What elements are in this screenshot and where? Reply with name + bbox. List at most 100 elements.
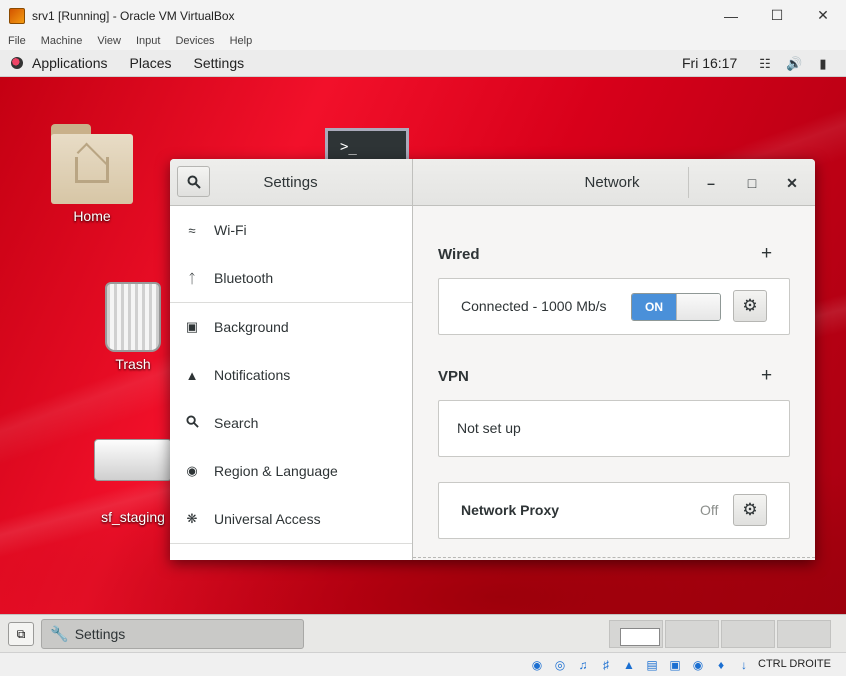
accessibility-icon: ❋ xyxy=(186,511,198,526)
sidebar-item-universal-access[interactable]: ❋ Universal Access xyxy=(170,495,412,543)
header-bar-left: Settings xyxy=(170,159,413,206)
toggle-knob xyxy=(676,294,720,320)
sidebar-item-label: Wi-Fi xyxy=(214,222,247,238)
add-wired-button[interactable]: + xyxy=(761,243,772,265)
proxy-title: Network Proxy xyxy=(461,502,560,518)
usb-icon[interactable]: ▲ xyxy=(620,656,638,674)
menu-settings[interactable]: Settings xyxy=(194,55,245,71)
settings-title: Settings xyxy=(263,174,318,191)
search-icon xyxy=(187,175,201,189)
add-vpn-button[interactable]: + xyxy=(761,365,772,387)
taskbar-window-settings[interactable]: 🔧 Settings xyxy=(41,619,304,649)
menu-input[interactable]: Input xyxy=(136,35,160,47)
network-icon[interactable]: ☷ xyxy=(757,56,773,72)
scroll-indicator xyxy=(413,557,815,558)
proxy-value: Off xyxy=(700,502,719,518)
drive-icon xyxy=(94,439,172,481)
cpu-icon[interactable]: ♦ xyxy=(712,656,730,674)
window-minimize-button[interactable]: – xyxy=(700,172,722,194)
optical-drive-icon[interactable]: ◎ xyxy=(551,656,569,674)
bell-icon: ▲ xyxy=(185,367,199,383)
vbox-titlebar: srv1 [Running] - Oracle VM VirtualBox — … xyxy=(0,0,846,31)
battery-icon[interactable]: ▮ xyxy=(815,56,831,72)
window-close-button[interactable]: ✕ xyxy=(781,172,803,194)
settings-window: Settings Network – □ ✕ ≈ Wi-Fi ᛏ Bluetoo… xyxy=(170,159,815,560)
header-separator xyxy=(688,167,689,198)
gear-icon: ⚙ xyxy=(742,500,758,519)
desktop-icon-sf-staging[interactable]: sf_staging xyxy=(88,439,178,525)
desktop-icon-label: sf_staging xyxy=(101,509,165,525)
minimize-button[interactable]: — xyxy=(708,0,754,31)
sidebar-item-label: Notifications xyxy=(214,367,291,383)
sidebar-item-wifi[interactable]: ≈ Wi-Fi xyxy=(170,206,412,254)
desktop-icon-trash[interactable]: Trash xyxy=(88,282,178,372)
vbox-statusbar: ◉ ◎ ♫ ♯ ▲ ▤ ▣ ◉ ♦ ↓ CTRL DROITE xyxy=(0,652,846,676)
menu-file[interactable]: File xyxy=(8,35,26,47)
workspace-4[interactable] xyxy=(777,620,831,648)
sidebar-item-label: Background xyxy=(214,319,289,335)
network-adapter-icon[interactable]: ♯ xyxy=(597,656,615,674)
workspace-3[interactable] xyxy=(721,620,775,648)
desktop-icon-label: Home xyxy=(73,208,111,224)
sidebar-item-background[interactable]: ▣ Background xyxy=(170,303,412,351)
workspace-2[interactable] xyxy=(665,620,719,648)
search-icon xyxy=(184,415,200,431)
sidebar-item-notifications[interactable]: ▲ Notifications xyxy=(170,351,412,399)
shared-folders-icon[interactable]: ▤ xyxy=(643,656,661,674)
menu-devices[interactable]: Devices xyxy=(175,35,214,47)
search-button[interactable] xyxy=(177,166,210,197)
workspace-1[interactable] xyxy=(609,620,663,648)
trash-icon xyxy=(105,282,161,352)
maximize-button[interactable]: ☐ xyxy=(754,0,800,31)
video-capture-icon[interactable]: ◉ xyxy=(689,656,707,674)
wired-section-title: Wired xyxy=(438,246,480,263)
header-bar: Settings Network – □ ✕ xyxy=(170,159,815,206)
wired-card: Connected - 1000 Mb/s ON ⚙ xyxy=(438,278,790,335)
audio-icon[interactable]: ♫ xyxy=(574,656,592,674)
menu-help[interactable]: Help xyxy=(230,35,253,47)
vpn-section-title: VPN xyxy=(438,368,469,385)
show-desktop-icon: ⧉ xyxy=(16,626,26,641)
sidebar-item-bluetooth[interactable]: ᛏ Bluetooth xyxy=(170,254,412,302)
sidebar-item-label: Search xyxy=(214,415,259,431)
host-key-label: CTRL DROITE xyxy=(758,658,831,670)
close-button[interactable]: ✕ xyxy=(800,0,846,31)
mouse-integration-icon[interactable]: ↓ xyxy=(735,656,753,674)
folder-icon xyxy=(51,124,133,204)
volume-icon[interactable]: 🔊 xyxy=(786,56,802,72)
sidebar-item-label: Universal Access xyxy=(214,511,321,527)
network-panel: Wired + Connected - 1000 Mb/s ON ⚙ VPN +… xyxy=(413,206,815,560)
vpn-status: Not set up xyxy=(457,420,521,436)
settings-sidebar: ≈ Wi-Fi ᛏ Bluetooth ▣ Background ▲ Notif… xyxy=(170,206,413,560)
window-title: srv1 [Running] - Oracle VM VirtualBox xyxy=(32,8,235,23)
camera-icon: ◉ xyxy=(186,463,198,478)
vpn-card: Not set up xyxy=(438,400,790,457)
menu-applications[interactable]: Applications xyxy=(32,55,108,71)
wired-settings-button[interactable]: ⚙ xyxy=(733,290,767,322)
desktop-icon-home[interactable]: Home xyxy=(47,124,137,224)
wired-toggle[interactable]: ON xyxy=(631,293,721,321)
background-icon: ▣ xyxy=(185,319,199,334)
wifi-icon: ≈ xyxy=(188,222,196,238)
menu-places[interactable]: Places xyxy=(130,55,172,71)
gnome-bottom-panel: ⧉ 🔧 Settings xyxy=(0,614,846,652)
proxy-settings-button[interactable]: ⚙ xyxy=(733,494,767,526)
window-maximize-button[interactable]: □ xyxy=(741,172,763,194)
desktop-icon-label: Trash xyxy=(115,356,151,372)
show-desktop-button[interactable]: ⧉ xyxy=(8,622,34,646)
bluetooth-icon: ᛏ xyxy=(188,270,196,286)
wired-status: Connected - 1000 Mb/s xyxy=(461,298,607,314)
sidebar-item-search[interactable]: Search xyxy=(170,399,412,447)
hard-disk-icon[interactable]: ◉ xyxy=(528,656,546,674)
menu-machine[interactable]: Machine xyxy=(41,35,83,47)
window-controls: — ☐ ✕ xyxy=(708,0,846,31)
menu-view[interactable]: View xyxy=(97,35,121,47)
display-icon[interactable]: ▣ xyxy=(666,656,684,674)
settings-tools-icon: 🔧 xyxy=(50,626,69,643)
sidebar-item-region-language[interactable]: ◉ Region & Language xyxy=(170,447,412,495)
clock[interactable]: Fri 16:17 xyxy=(682,55,737,71)
vbox-menubar: File Machine View Input Devices Help xyxy=(0,31,846,50)
gnome-topbar: Applications Places Settings Fri 16:17 ☷… xyxy=(0,50,846,77)
proxy-card: Network Proxy Off ⚙ xyxy=(438,482,790,539)
toggle-on-label: ON xyxy=(632,294,676,320)
